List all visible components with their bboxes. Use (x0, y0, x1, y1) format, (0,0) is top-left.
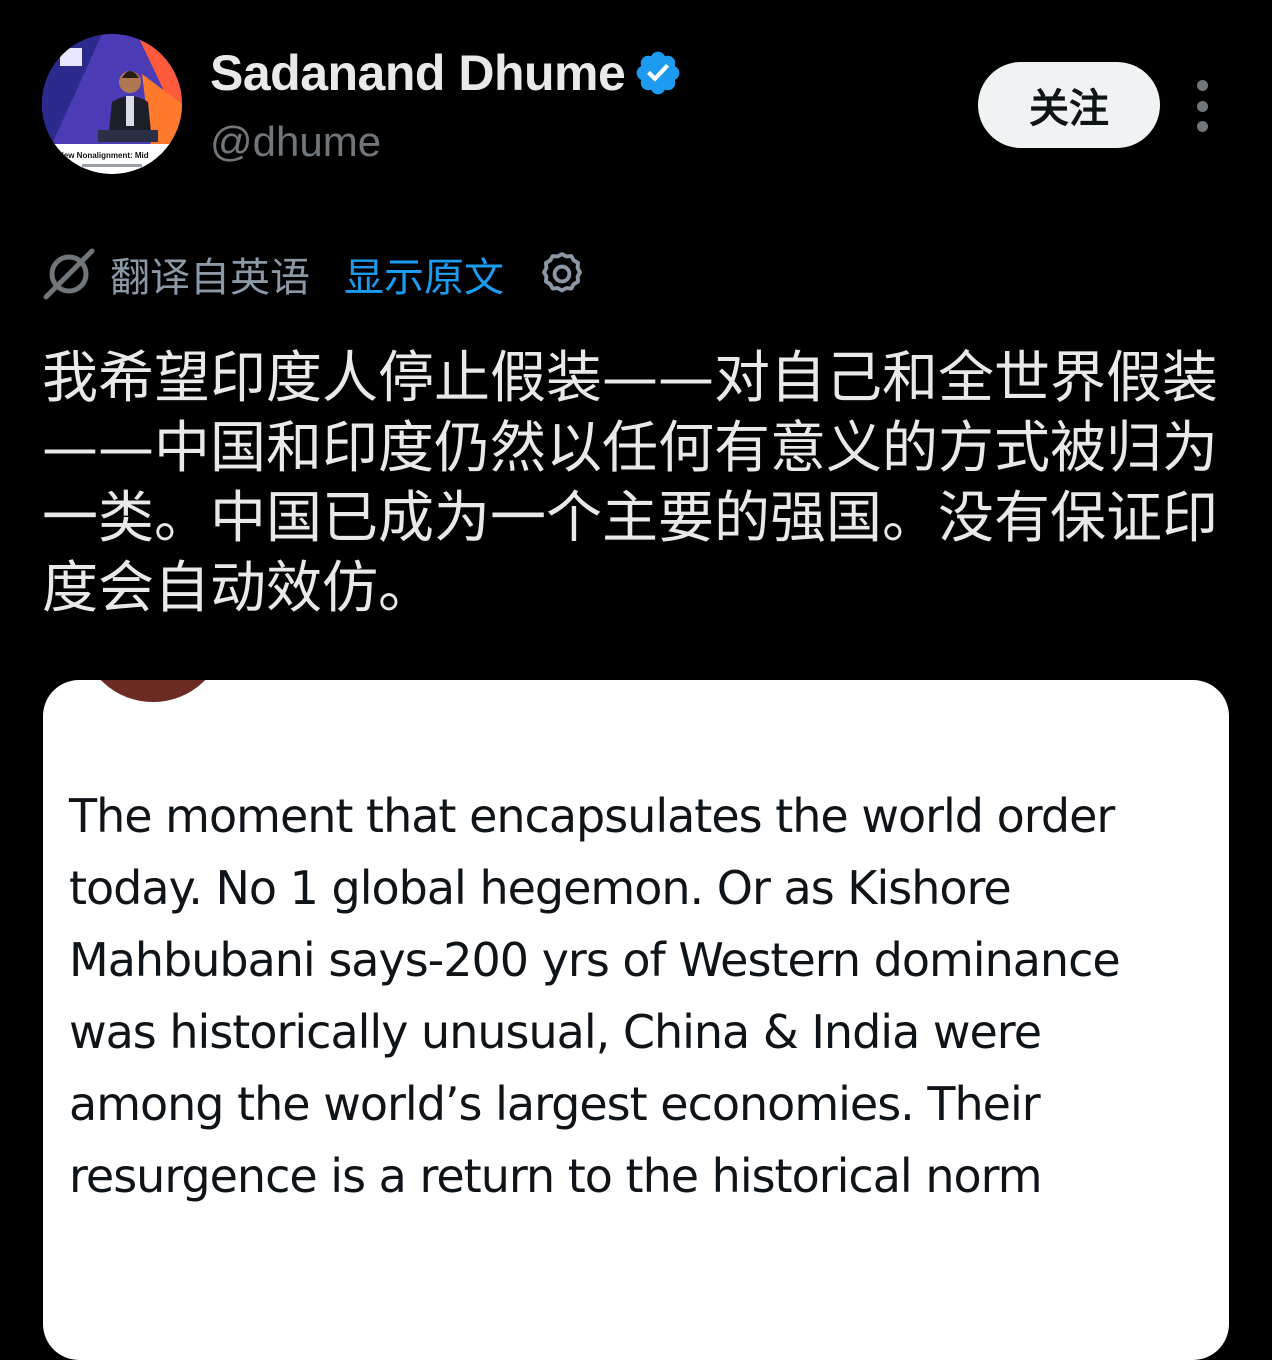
tweet-text: 我希望印度人停止假装——对自己和全世界假装——中国和印度仍然以任何有意义的方式被… (42, 346, 1218, 621)
author-display-name[interactable]: Sadanand Dhume (210, 44, 626, 102)
quoted-author-avatar[interactable] (83, 680, 223, 702)
gear-icon[interactable] (536, 248, 588, 300)
more-dot (1196, 121, 1208, 132)
avatar-image: New Nonalignment: Mid (42, 34, 182, 174)
avatar-banner-text: New Nonalignment: Mid (58, 151, 149, 160)
follow-button[interactable]: 关注 (978, 62, 1160, 148)
quoted-tweet-card[interactable]: The moment that encapsulates the world o… (43, 680, 1229, 1360)
quoted-tweet-text: The moment that encapsulates the world o… (69, 789, 1121, 1203)
more-options-icon[interactable] (1186, 80, 1218, 132)
translated-from-label: 翻译自英语 (110, 255, 310, 301)
author-avatar[interactable]: New Nonalignment: Mid (42, 34, 182, 174)
author-name-row[interactable]: Sadanand Dhume (210, 40, 683, 106)
show-original-link[interactable]: 显示原文 (344, 245, 504, 303)
author-handle[interactable]: @dhume (210, 118, 381, 166)
more-dot (1196, 80, 1208, 91)
translate-icon (42, 247, 96, 301)
translation-bar: 翻译自英语 显示原文 (42, 244, 588, 304)
more-dot (1196, 100, 1208, 112)
verified-badge-icon (633, 48, 683, 98)
